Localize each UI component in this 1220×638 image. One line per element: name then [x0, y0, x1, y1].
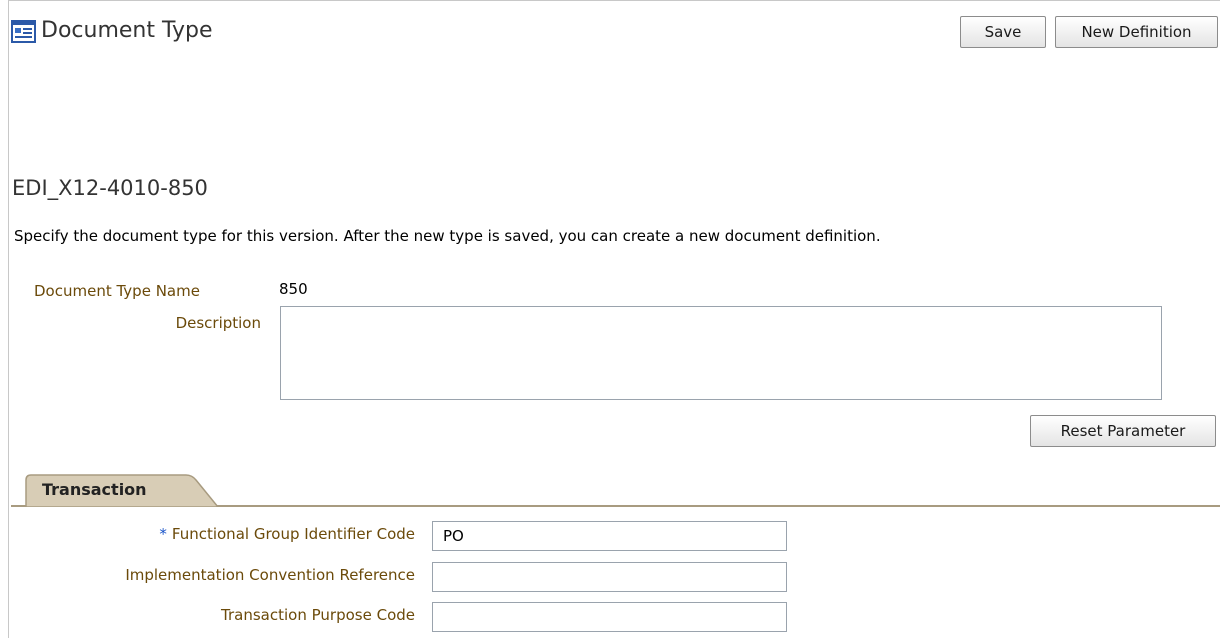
- transaction-purpose-code-label: Transaction Purpose Code: [221, 606, 415, 624]
- transaction-purpose-code-input[interactable]: [432, 602, 787, 632]
- functional-group-identifier-code-label-text: Functional Group Identifier Code: [171, 525, 415, 543]
- instructions-text: Specify the document type for this versi…: [14, 227, 881, 245]
- reset-parameter-button[interactable]: Reset Parameter: [1030, 415, 1216, 447]
- document-type-icon: [11, 20, 37, 44]
- document-version-title: EDI_X12-4010-850: [12, 176, 208, 200]
- functional-group-identifier-code-input[interactable]: PO: [432, 521, 787, 551]
- document-type-name-value: 850: [279, 280, 308, 298]
- required-indicator: *: [159, 525, 167, 543]
- document-type-name-label: Document Type Name: [34, 282, 200, 300]
- implementation-convention-reference-input[interactable]: [432, 562, 787, 592]
- functional-group-identifier-code-label: * Functional Group Identifier Code: [159, 525, 415, 543]
- page-frame-top: [8, 0, 1220, 1]
- page-frame-left: [8, 0, 9, 638]
- description-label: Description: [175, 314, 261, 332]
- save-button[interactable]: Save: [960, 16, 1046, 48]
- page-title: Document Type: [41, 18, 213, 43]
- new-definition-button[interactable]: New Definition: [1055, 16, 1218, 48]
- description-field[interactable]: [280, 306, 1162, 400]
- tab-transaction-label: Transaction: [42, 480, 147, 499]
- implementation-convention-reference-label: Implementation Convention Reference: [125, 566, 415, 584]
